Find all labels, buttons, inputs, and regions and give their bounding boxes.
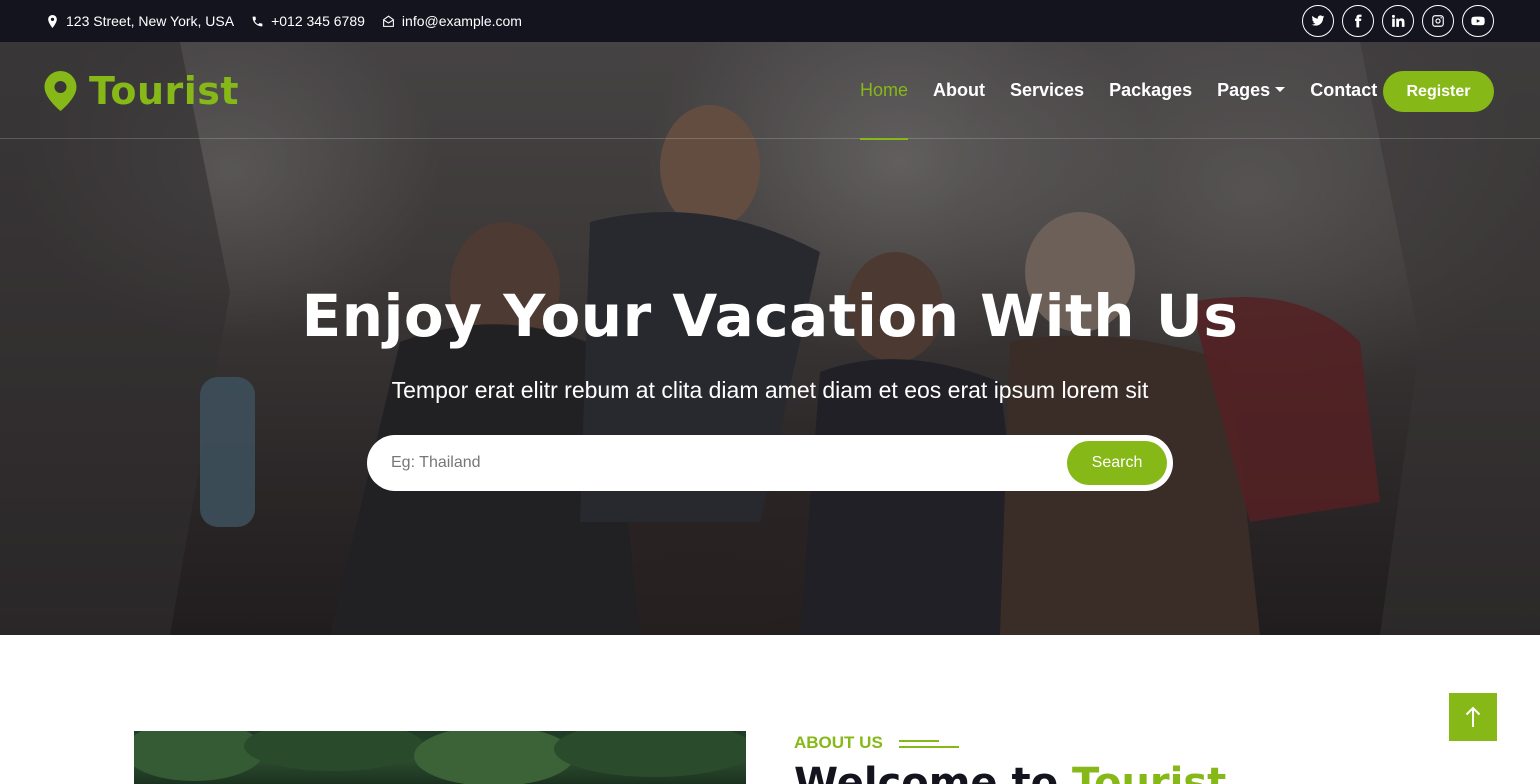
arrow-up-icon — [1465, 706, 1481, 727]
instagram-button[interactable] — [1422, 5, 1454, 37]
topbar-contacts: 123 Street, New York, USA +012 345 6789 … — [46, 13, 522, 29]
topbar: 123 Street, New York, USA +012 345 6789 … — [0, 0, 1540, 42]
envelope-open-icon — [383, 15, 394, 27]
address-text: 123 Street, New York, USA — [66, 13, 235, 29]
register-button[interactable]: Register — [1383, 71, 1494, 112]
linkedin-icon — [1391, 14, 1405, 27]
forest-image — [134, 731, 746, 784]
caret-down-icon — [1275, 87, 1286, 92]
nav-item-contact[interactable]: Contact — [1310, 42, 1377, 139]
navbar: Tourist Home About Services Packages Pag… — [0, 42, 1540, 140]
nav-item-pages[interactable]: Pages — [1217, 42, 1286, 139]
about-heading-accent: Tourist — [1072, 760, 1227, 784]
nav-item-packages[interactable]: Packages — [1109, 42, 1192, 139]
nav-item-services[interactable]: Services — [1010, 42, 1084, 139]
phone-icon — [252, 16, 263, 26]
facebook-button[interactable] — [1342, 5, 1374, 37]
email-contact: info@example.com — [382, 13, 522, 29]
brand-logo[interactable]: Tourist — [44, 69, 239, 113]
social-links — [1302, 5, 1494, 37]
email-text: info@example.com — [401, 13, 522, 29]
search-bar: Search — [367, 435, 1173, 491]
search-input[interactable] — [367, 435, 1173, 491]
hero-section: Tourist Home About Services Packages Pag… — [0, 42, 1540, 635]
about-heading-prefix: Welcome to — [794, 760, 1072, 784]
map-marker-icon — [48, 14, 57, 28]
twitter-button[interactable] — [1302, 5, 1334, 37]
map-marker-icon — [44, 71, 77, 111]
search-button[interactable]: Search — [1067, 441, 1167, 485]
twitter-icon — [1311, 15, 1325, 26]
address-contact: 123 Street, New York, USA — [46, 13, 234, 29]
hero-subtitle: Tempor erat elitr rebum at clita diam am… — [391, 377, 1149, 403]
youtube-icon — [1471, 16, 1485, 26]
decorative-lines — [898, 737, 959, 749]
brand-name: Tourist — [89, 69, 240, 113]
hero-content: Tourist Home About Services Packages Pag… — [0, 42, 1540, 635]
hero-title: Enjoy Your Vacation With Us — [301, 282, 1239, 350]
about-us-text: ABOUT US — [794, 733, 883, 752]
linkedin-button[interactable] — [1382, 5, 1414, 37]
back-to-top-button[interactable] — [1449, 693, 1497, 741]
nav-menu: Home About Services Packages Pages Conta… — [860, 42, 1402, 140]
nav-item-pages-label: Pages — [1217, 80, 1271, 100]
about-us-label: ABOUT US — [794, 733, 959, 753]
phone-text: +012 345 6789 — [271, 13, 365, 29]
instagram-icon — [1432, 15, 1444, 27]
phone-contact: +012 345 6789 — [251, 13, 365, 29]
youtube-button[interactable] — [1462, 5, 1494, 37]
about-image — [134, 731, 746, 784]
nav-item-home[interactable]: Home — [860, 42, 909, 140]
nav-item-about[interactable]: About — [933, 42, 985, 139]
about-heading: Welcome to Tourist — [794, 760, 1226, 784]
facebook-icon — [1355, 14, 1362, 28]
